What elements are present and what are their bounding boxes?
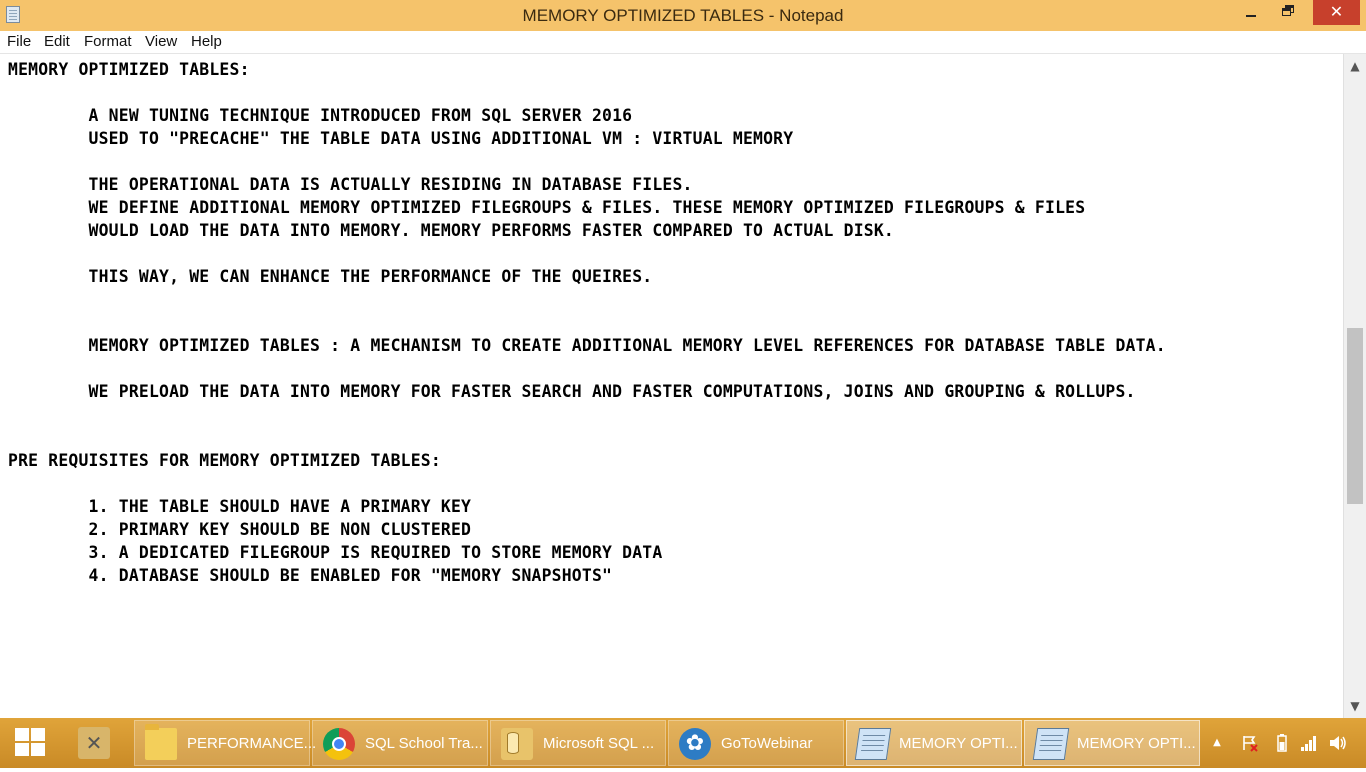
- taskbar-item-label: PERFORMANCE...: [187, 735, 317, 752]
- menu-file[interactable]: File: [7, 33, 31, 50]
- minimize-button[interactable]: [1236, 0, 1264, 25]
- battery-icon[interactable]: [1272, 718, 1292, 768]
- scroll-down-arrow-icon[interactable]: ▼: [1344, 696, 1366, 718]
- text-editor[interactable]: MEMORY OPTIMIZED TABLES: A NEW TUNING TE…: [0, 54, 1343, 718]
- scroll-up-arrow-icon[interactable]: ▲: [1344, 54, 1366, 76]
- chrome-icon: [323, 728, 355, 760]
- taskbar-item-notepad-1[interactable]: MEMORY OPTI...: [846, 720, 1022, 766]
- tools-icon: [78, 727, 110, 759]
- vertical-scrollbar[interactable]: ▲ ▼: [1343, 54, 1366, 718]
- windows-logo-icon: [15, 728, 46, 758]
- taskbar-item-performance[interactable]: PERFORMANCE...: [134, 720, 316, 766]
- notepad-icon: [854, 728, 892, 760]
- taskbar: PERFORMANCE... SQL School Tra... Microso…: [0, 718, 1366, 768]
- close-button[interactable]: ✕: [1313, 0, 1360, 25]
- show-hidden-icons-chevron-icon[interactable]: ▲: [1206, 718, 1228, 768]
- taskbar-item-notepad-2[interactable]: MEMORY OPTI...: [1024, 720, 1200, 766]
- menu-help[interactable]: Help: [191, 33, 222, 50]
- taskbar-item-gotowebinar[interactable]: GoToWebinar: [668, 720, 844, 766]
- start-button[interactable]: [0, 718, 58, 768]
- taskbar-item-sql-server[interactable]: Microsoft SQL ...: [490, 720, 666, 766]
- taskbar-item-label: MEMORY OPTI...: [899, 735, 1018, 752]
- taskbar-item-label: Microsoft SQL ...: [543, 735, 655, 752]
- taskbar-item-chrome[interactable]: SQL School Tra...: [312, 720, 488, 766]
- menu-view[interactable]: View: [145, 33, 177, 50]
- document-text[interactable]: MEMORY OPTIMIZED TABLES: A NEW TUNING TE…: [0, 54, 1343, 587]
- action-center-flag-icon[interactable]: [1238, 718, 1262, 768]
- folder-icon: [145, 724, 177, 760]
- taskbar-pinned-tools[interactable]: [62, 720, 130, 766]
- window-title: MEMORY OPTIMIZED TABLES - Notepad: [522, 6, 844, 25]
- taskbar-item-label: GoToWebinar: [721, 735, 813, 752]
- title-bar: MEMORY OPTIMIZED TABLES - Notepad ✕: [0, 0, 1366, 31]
- scroll-thumb[interactable]: [1347, 328, 1363, 504]
- notepad-icon: [1032, 728, 1070, 760]
- sql-server-icon: [501, 728, 533, 760]
- menu-bar: File Edit Format View Help: [0, 31, 1366, 54]
- gotowebinar-icon: [679, 728, 711, 760]
- network-signal-icon[interactable]: [1298, 718, 1320, 768]
- menu-edit[interactable]: Edit: [44, 33, 70, 50]
- menu-format[interactable]: Format: [84, 33, 132, 50]
- volume-icon[interactable]: [1326, 718, 1350, 768]
- taskbar-item-label: MEMORY OPTI...: [1077, 735, 1196, 752]
- taskbar-item-label: SQL School Tra...: [365, 735, 483, 752]
- restore-button[interactable]: [1272, 0, 1304, 25]
